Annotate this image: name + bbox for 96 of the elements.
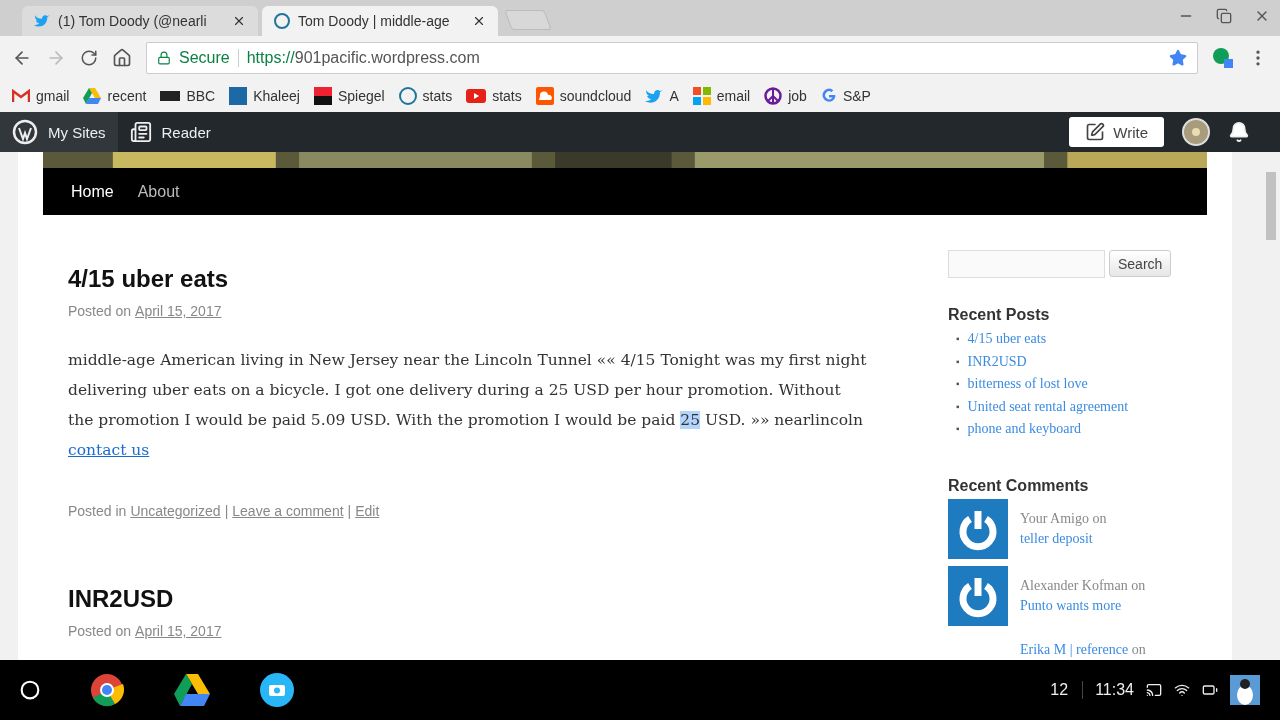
comment-link[interactable]: Punto wants more <box>1020 597 1122 613</box>
bookmark[interactable]: stats <box>466 88 522 104</box>
search-button[interactable]: Search <box>1109 250 1172 277</box>
camera-icon[interactable] <box>260 673 294 707</box>
play-icon <box>466 89 487 103</box>
wordpress-icon <box>398 87 417 105</box>
logo-icon <box>229 87 248 105</box>
bookmark[interactable]: gmail <box>12 88 70 104</box>
wordpress-icon <box>12 119 38 145</box>
recent-post-link[interactable]: phone and keyboard <box>967 418 1082 441</box>
post-title[interactable]: INR2USD <box>68 585 868 613</box>
bookmark[interactable]: BBC <box>160 88 216 104</box>
date-link[interactable]: April 15, 2017 <box>135 303 222 319</box>
wordpress-icon <box>274 13 290 29</box>
reader-icon <box>129 121 152 143</box>
triangle-icon[interactable] <box>174 674 210 706</box>
home-icon[interactable] <box>112 48 132 68</box>
admin-bar-item[interactable]: Reader <box>117 112 223 152</box>
avatar-icon[interactable] <box>1230 675 1260 705</box>
launcher-icon[interactable] <box>20 680 40 700</box>
comment-text: Alexander Kofman on Punto wants more <box>1020 576 1147 615</box>
footer-text: Posted in <box>68 503 127 519</box>
bird-icon <box>34 14 50 28</box>
comment-link[interactable]: teller deposit <box>1020 530 1093 546</box>
logo-icon <box>160 91 181 101</box>
meta-label: Posted on <box>68 623 132 639</box>
comment-link[interactable]: Erika M | reference <box>1020 641 1129 657</box>
footer-link[interactable]: Uncategorized <box>130 503 221 519</box>
bookmark[interactable]: Spiegel <box>313 87 385 105</box>
triangle-icon <box>83 88 102 104</box>
bullet: ▪ <box>956 354 960 369</box>
bullet: ▪ <box>956 422 960 436</box>
widget-title: Recent Posts <box>948 306 1051 324</box>
extension-icon[interactable] <box>1212 47 1234 69</box>
contact-link[interactable]: contact us <box>68 441 150 459</box>
google-icon <box>820 88 837 104</box>
recent-post-link[interactable]: INR2USD <box>967 350 1027 373</box>
bullet: ▪ <box>956 399 960 414</box>
bookmark[interactable]: A <box>645 88 679 104</box>
restore-icon[interactable] <box>1216 8 1232 24</box>
bookmark[interactable]: email <box>692 87 751 105</box>
footer-link[interactable]: Edit <box>355 503 380 519</box>
windows-icon <box>692 87 711 105</box>
cast-icon[interactable] <box>1146 682 1162 698</box>
post-title[interactable]: 4/15 uber eats <box>68 265 868 293</box>
wifi-icon[interactable] <box>1174 682 1190 698</box>
footer-link[interactable]: Leave a comment <box>232 503 344 519</box>
notification-count: 12 <box>1050 681 1084 699</box>
bullet: ▪ <box>956 377 960 391</box>
chrome-icon[interactable] <box>90 673 124 707</box>
cloud-icon <box>535 87 554 105</box>
bookmark[interactable]: S&P <box>820 88 871 104</box>
comment-text: Your Amigo on teller deposit <box>1020 509 1108 548</box>
pencil-icon <box>1085 122 1106 142</box>
recent-post-link[interactable]: 4/15 uber eats <box>967 328 1047 351</box>
avatar-icon[interactable] <box>1182 118 1210 146</box>
bullet: ▪ <box>956 332 960 346</box>
nav-link[interactable]: Home <box>71 182 114 201</box>
close-icon[interactable] <box>472 14 486 28</box>
avatar-icon <box>948 565 1008 626</box>
battery-icon[interactable] <box>1202 682 1218 698</box>
footer-text: | <box>224 503 229 519</box>
close-icon[interactable] <box>232 14 246 28</box>
browser-tab[interactable]: Tom Doody | middle-age <box>262 6 498 36</box>
write-button[interactable]: Write <box>1069 117 1164 147</box>
peace-icon <box>764 87 783 105</box>
bookmark[interactable]: stats <box>398 87 453 105</box>
search-field[interactable] <box>948 250 1105 278</box>
notifications-icon[interactable] <box>1228 121 1250 143</box>
bookmark[interactable]: soundcloud <box>535 87 632 105</box>
bird-icon <box>645 88 664 104</box>
footer-text: | <box>347 503 352 519</box>
scrollbar-thumb[interactable] <box>1266 172 1276 240</box>
bookmark[interactable]: job <box>764 87 807 105</box>
recent-post-link[interactable]: United seat rental agreement <box>967 395 1129 418</box>
secure-label: Secure <box>179 49 239 67</box>
browser-tab[interactable]: (1) Tom Doody (@nearli <box>22 6 258 36</box>
meta-label: Posted on <box>68 303 132 319</box>
address-bar[interactable]: Secure https://901pacific.wordpress.com <box>146 42 1198 74</box>
widget-title: Recent Comments <box>948 476 1090 495</box>
avatar-icon <box>948 498 1008 559</box>
lock-icon <box>157 51 171 65</box>
post-body: middle-age American living in New Jersey near the Lincoln Tunnel «« 4/15 Tonight was my first night delivering uber eats on a bicycle. I got one delivery during a 25 USD per hour promotion. Without the promotion I would be paid 5.09 USD. With the promotion I would be paid 25 USD. »» nearlincoln contact us <box>68 350 868 461</box>
comment-text: Erika M | reference on <box>1020 640 1146 659</box>
logo-icon <box>313 87 332 105</box>
reload-icon[interactable] <box>80 49 98 67</box>
url-text: https://901pacific.wordpress.com <box>246 49 481 67</box>
bookmark[interactable]: Khaleej <box>229 87 300 105</box>
date-link[interactable]: April 15, 2017 <box>135 623 222 639</box>
star-icon[interactable] <box>1169 49 1187 67</box>
nav-link[interactable]: About <box>137 182 180 201</box>
mail-icon <box>12 89 30 103</box>
clock-text: 11:34 <box>1095 681 1134 699</box>
recent-post-link[interactable]: bitterness of lost love <box>967 373 1088 396</box>
admin-bar-item[interactable]: My Sites <box>0 112 118 152</box>
bookmark[interactable]: recent <box>83 88 147 104</box>
